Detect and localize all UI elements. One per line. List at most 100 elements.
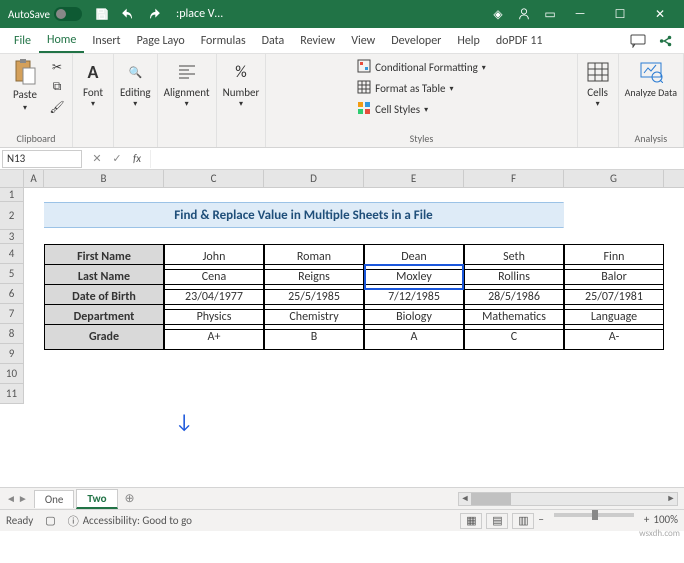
- cells-dropdown[interactable]: Cells ▾: [584, 58, 612, 109]
- macro-record-icon[interactable]: ▢: [45, 514, 55, 527]
- autosave-toggle[interactable]: AutoSave: [8, 7, 82, 21]
- row-header[interactable]: 10: [0, 364, 24, 384]
- accessibility-status[interactable]: ⓘ Accessibility: Good to go: [68, 513, 192, 529]
- tab-help[interactable]: Help: [449, 30, 488, 52]
- save-icon[interactable]: [92, 4, 112, 24]
- col-header[interactable]: B: [44, 170, 164, 187]
- fx-icon[interactable]: fx: [128, 152, 146, 165]
- maximize-button[interactable]: ☐: [600, 0, 640, 28]
- tab-page-layout[interactable]: Page Layo: [129, 30, 193, 52]
- copy-icon[interactable]: ⧉: [48, 78, 66, 96]
- col-header[interactable]: G: [564, 170, 664, 187]
- minimize-button[interactable]: —: [560, 0, 600, 28]
- view-page-break-icon[interactable]: ▥: [512, 513, 534, 529]
- row-header[interactable]: 3: [0, 230, 24, 244]
- row-header[interactable]: 7: [0, 304, 24, 324]
- paste-icon: [11, 58, 39, 86]
- chevron-down-icon: ▾: [239, 99, 243, 109]
- scroll-right-icon[interactable]: ►: [665, 493, 677, 505]
- tab-review[interactable]: Review: [292, 30, 343, 52]
- scroll-left-icon[interactable]: ◄: [459, 493, 471, 505]
- add-sheet-icon[interactable]: ⊕: [120, 491, 140, 506]
- tab-file[interactable]: File: [6, 30, 39, 52]
- sheet-tab-bar: ◄ ► One Two ⊕ ◄ ►: [0, 487, 684, 509]
- tab-insert[interactable]: Insert: [84, 30, 128, 52]
- view-normal-icon[interactable]: ▦: [460, 513, 482, 529]
- title-cell[interactable]: Find & Replace Value in Multiple Sheets …: [44, 202, 564, 228]
- tab-data[interactable]: Data: [254, 30, 293, 52]
- accessibility-icon: ⓘ: [68, 513, 79, 529]
- quick-access-toolbar: [92, 4, 164, 24]
- row-header[interactable]: 1: [0, 188, 24, 202]
- conditional-formatting-button[interactable]: Conditional Formatting▾: [355, 58, 488, 77]
- alignment-dropdown[interactable]: Alignment ▾: [164, 58, 210, 109]
- user-icon[interactable]: [514, 4, 534, 24]
- view-page-layout-icon[interactable]: ▤: [486, 513, 508, 529]
- ribbon-display-icon[interactable]: ▭: [540, 4, 560, 24]
- document-title: :place V…: [176, 7, 223, 21]
- group-analysis: Analyze Data Analysis: [619, 54, 684, 147]
- cell-styles-button[interactable]: Cell Styles▾: [355, 100, 488, 119]
- sheet-tab-one[interactable]: One: [34, 490, 75, 508]
- tab-home[interactable]: Home: [39, 29, 84, 53]
- horizontal-scrollbar[interactable]: ◄ ►: [458, 492, 678, 506]
- chevron-down-icon: ▾: [23, 103, 27, 113]
- format-as-table-button[interactable]: Format as Table▾: [355, 79, 488, 98]
- diamond-icon[interactable]: ◈: [488, 4, 508, 24]
- tab-dopdf[interactable]: doPDF 11: [488, 30, 551, 52]
- cancel-formula-icon[interactable]: ✕: [88, 152, 106, 165]
- comments-icon[interactable]: [626, 31, 650, 51]
- zoom-in-icon[interactable]: +: [644, 513, 649, 529]
- close-button[interactable]: ✕: [640, 0, 680, 28]
- number-dropdown[interactable]: % Number ▾: [223, 58, 260, 109]
- col-header[interactable]: A: [24, 170, 44, 187]
- sheet-nav-prev-icon[interactable]: ◄: [6, 492, 16, 505]
- font-dropdown[interactable]: A Font ▾: [79, 58, 107, 109]
- undo-icon[interactable]: [118, 4, 138, 24]
- zoom-level[interactable]: 100%: [653, 513, 678, 529]
- arrow-down-icon: ↓: [175, 410, 193, 434]
- group-alignment: Alignment ▾: [158, 54, 217, 147]
- sheet-tab-two[interactable]: Two: [76, 489, 117, 509]
- editing-dropdown[interactable]: 🔍 Editing ▾: [120, 58, 151, 109]
- group-label-clipboard: Clipboard: [16, 132, 55, 145]
- status-ready: Ready: [6, 514, 33, 527]
- row-header[interactable]: 6: [0, 284, 24, 304]
- zoom-slider[interactable]: [554, 513, 634, 517]
- chevron-down-icon: ▾: [133, 99, 137, 109]
- format-painter-icon[interactable]: 🖌: [48, 98, 66, 116]
- paste-button[interactable]: Paste ▾: [6, 58, 44, 113]
- scrollbar-thumb[interactable]: [471, 493, 511, 505]
- tab-developer[interactable]: Developer: [383, 30, 449, 52]
- worksheet-grid[interactable]: A B C D E F G 1 2 Find & Replace Value i…: [0, 170, 684, 487]
- toggle-off-icon[interactable]: [54, 7, 82, 21]
- row-header[interactable]: 2: [0, 202, 24, 230]
- row-header[interactable]: 4: [0, 244, 24, 264]
- zoom-out-icon[interactable]: −: [538, 513, 543, 529]
- group-styles: Conditional Formatting▾ Format as Table▾…: [266, 54, 577, 147]
- col-header[interactable]: E: [364, 170, 464, 187]
- name-box[interactable]: N13: [2, 150, 82, 168]
- tab-view[interactable]: View: [343, 30, 383, 52]
- col-header[interactable]: C: [164, 170, 264, 187]
- enter-formula-icon[interactable]: ✓: [108, 152, 126, 165]
- group-editing: 🔍 Editing ▾: [114, 54, 158, 147]
- select-all-corner[interactable]: [0, 170, 24, 187]
- formula-input[interactable]: [150, 150, 684, 168]
- percent-icon: %: [227, 58, 255, 86]
- tab-formulas[interactable]: Formulas: [193, 30, 254, 52]
- row-header[interactable]: 5: [0, 264, 24, 284]
- row-header[interactable]: 11: [0, 384, 24, 404]
- share-icon[interactable]: [654, 31, 678, 51]
- row-header[interactable]: 8: [0, 324, 24, 344]
- analyze-data-button[interactable]: Analyze Data: [625, 58, 677, 99]
- table-cell-selected[interactable]: Moxley: [364, 264, 464, 290]
- table-icon: [357, 80, 371, 97]
- col-header[interactable]: D: [264, 170, 364, 187]
- redo-icon[interactable]: [144, 4, 164, 24]
- row-header[interactable]: 9: [0, 344, 24, 364]
- cut-icon[interactable]: ✂: [48, 58, 66, 76]
- col-header[interactable]: F: [464, 170, 564, 187]
- group-clipboard: Paste ▾ ✂ ⧉ 🖌 Clipboard: [0, 54, 73, 147]
- sheet-nav-next-icon[interactable]: ►: [18, 492, 28, 505]
